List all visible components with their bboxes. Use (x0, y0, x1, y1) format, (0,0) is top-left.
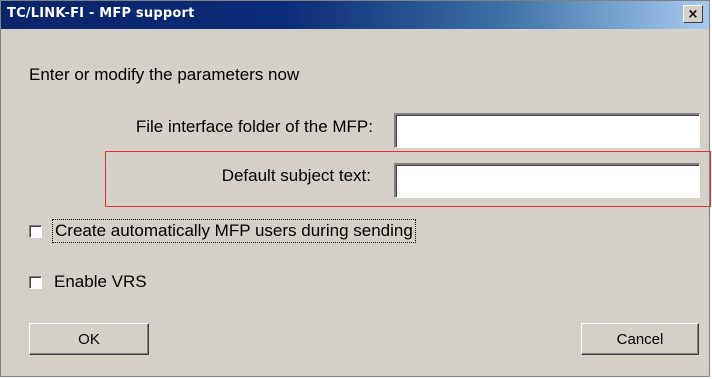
enable-vrs-label[interactable]: Enable VRS (52, 271, 149, 293)
subject-field-label: Default subject text: (221, 166, 371, 185)
close-button[interactable]: × (683, 5, 703, 23)
auto-create-users-checkbox[interactable] (29, 224, 42, 238)
auto-create-users-label[interactable]: Create automatically MFP users during se… (52, 219, 416, 243)
title-bar[interactable]: TC/LINK-FI - MFP support × (1, 1, 709, 29)
cancel-button[interactable]: Cancel (581, 323, 699, 355)
folder-input[interactable] (394, 113, 700, 148)
close-icon: × (687, 6, 699, 22)
mfp-support-dialog: TC/LINK-FI - MFP support × Enter or modi… (0, 0, 711, 377)
auto-create-users-option[interactable]: Create automatically MFP users during se… (29, 219, 416, 243)
folder-field-label: File interface folder of the MFP: (135, 117, 373, 136)
ok-button[interactable]: OK (29, 323, 149, 355)
enable-vrs-option[interactable]: Enable VRS (29, 271, 149, 293)
enable-vrs-checkbox[interactable] (29, 275, 42, 289)
instruction-text: Enter or modify the parameters now (29, 65, 300, 84)
window-title: TC/LINK-FI - MFP support (7, 6, 195, 21)
subject-input[interactable] (394, 163, 700, 198)
